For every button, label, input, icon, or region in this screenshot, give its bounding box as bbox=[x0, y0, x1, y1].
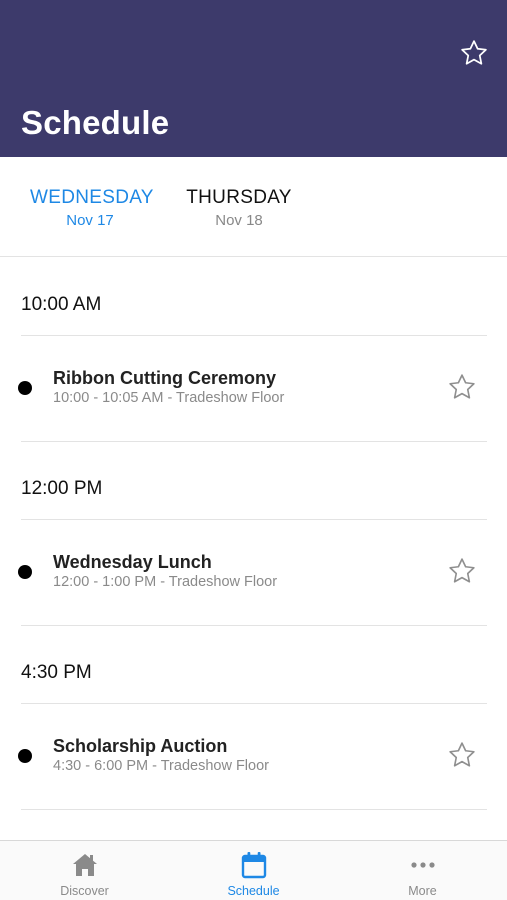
day-tab-thursday[interactable]: THURSDAY Nov 18 bbox=[186, 187, 292, 229]
favorite-toggle[interactable] bbox=[445, 370, 479, 404]
time-label: 12:00 PM bbox=[21, 478, 103, 499]
divider bbox=[21, 809, 487, 810]
favorite-toggle[interactable] bbox=[445, 738, 479, 772]
time-label: 4:30 PM bbox=[21, 662, 92, 683]
favorites-button[interactable] bbox=[457, 36, 491, 70]
star-outline-icon bbox=[449, 374, 475, 399]
day-name: THURSDAY bbox=[186, 187, 292, 208]
time-header: 10:00 AM bbox=[0, 258, 507, 335]
tab-discover[interactable]: Discover bbox=[0, 841, 169, 900]
session-name: Wednesday Lunch bbox=[53, 552, 212, 572]
track-dot bbox=[18, 749, 32, 763]
track-dot bbox=[18, 381, 32, 395]
session-row[interactable]: Wednesday Lunch 12:00 - 1:00 PM - Trades… bbox=[0, 520, 507, 625]
calendar-icon bbox=[240, 851, 268, 879]
tab-label: Discover bbox=[60, 884, 109, 898]
tab-label: Schedule bbox=[227, 884, 280, 898]
session-name: Ribbon Cutting Ceremony bbox=[53, 368, 276, 388]
session-list: 10:00 AM Ribbon Cutting Ceremony 10:00 -… bbox=[0, 258, 507, 810]
time-header: 12:00 PM bbox=[0, 442, 507, 519]
session-row[interactable]: Ribbon Cutting Ceremony 10:00 - 10:05 AM… bbox=[0, 336, 507, 441]
bottom-tab-bar: Discover Schedule More bbox=[0, 840, 507, 900]
day-selector: WEDNESDAY Nov 17 THURSDAY Nov 18 bbox=[0, 157, 507, 257]
star-outline-icon bbox=[449, 742, 475, 767]
favorite-toggle[interactable] bbox=[445, 554, 479, 588]
track-dot bbox=[18, 565, 32, 579]
tab-label: More bbox=[408, 884, 437, 898]
time-label: 10:00 AM bbox=[21, 294, 102, 315]
session-name: Scholarship Auction bbox=[53, 736, 228, 756]
session-meta: 12:00 - 1:00 PM - Tradeshow Floor bbox=[53, 574, 278, 590]
star-outline-icon bbox=[449, 558, 475, 583]
session-meta: 10:00 - 10:05 AM - Tradeshow Floor bbox=[53, 390, 285, 406]
home-icon bbox=[71, 851, 99, 879]
day-tab-wednesday[interactable]: WEDNESDAY Nov 17 bbox=[30, 187, 154, 229]
session-meta: 4:30 - 6:00 PM - Tradeshow Floor bbox=[53, 758, 269, 774]
tab-more[interactable]: More bbox=[338, 841, 507, 900]
star-outline-icon bbox=[461, 40, 487, 65]
page-title: Schedule bbox=[21, 104, 170, 141]
day-name: WEDNESDAY bbox=[30, 187, 154, 208]
app-header: Schedule bbox=[0, 0, 507, 157]
day-date: Nov 18 bbox=[215, 212, 263, 229]
tab-schedule[interactable]: Schedule bbox=[169, 841, 338, 900]
more-dots-icon bbox=[409, 851, 437, 879]
time-header: 4:30 PM bbox=[0, 626, 507, 703]
day-date: Nov 17 bbox=[66, 212, 114, 229]
session-row[interactable]: Scholarship Auction 4:30 - 6:00 PM - Tra… bbox=[0, 704, 507, 809]
